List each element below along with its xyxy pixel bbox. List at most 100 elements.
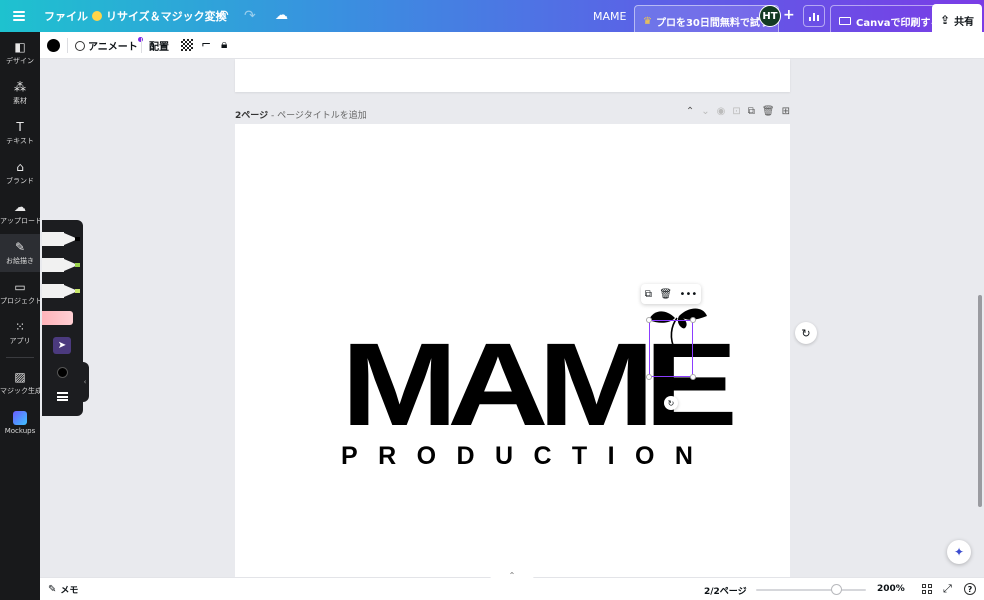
page-counter[interactable]: 2/2ページ xyxy=(704,584,747,597)
menu-icon[interactable] xyxy=(13,9,25,23)
lock-icon[interactable]: ⊡ xyxy=(732,106,740,117)
pen-nib xyxy=(75,237,80,241)
sidebar-item-label: アプリ xyxy=(9,337,31,345)
draw-icon: ✎ xyxy=(14,240,26,254)
letter: O xyxy=(416,442,437,470)
lock-icon[interactable]: 🔒︎ xyxy=(221,37,227,52)
zoom-slider-handle[interactable] xyxy=(831,584,843,595)
document-title[interactable]: MAME xyxy=(593,0,626,32)
resize-handle[interactable] xyxy=(690,317,696,323)
help-icon[interactable]: ? xyxy=(964,583,976,595)
divider xyxy=(67,38,68,53)
selection-box[interactable] xyxy=(646,317,696,380)
color-swatch[interactable] xyxy=(47,39,60,52)
page-title-placeholder: - ページタイトルを追加 xyxy=(270,111,367,121)
sidebar-item-magic-media[interactable]: ▨ マジック生成 xyxy=(0,364,40,402)
trash-icon[interactable]: 🗑︎ xyxy=(762,106,775,117)
refresh-icon[interactable]: ↻ xyxy=(795,322,817,344)
sidebar-item-label: お絵描き xyxy=(6,257,34,265)
transparency-icon[interactable] xyxy=(181,39,193,51)
text-icon: T xyxy=(16,120,24,134)
truck-icon xyxy=(839,17,851,25)
resize-handle[interactable] xyxy=(646,374,652,380)
rotate-icon[interactable]: ↻ xyxy=(664,396,678,410)
folder-icon: ▭ xyxy=(14,280,26,294)
sidebar-item-projects[interactable]: ▭ プロジェクト xyxy=(0,274,40,312)
subline-text[interactable]: P R O D U C T I O N xyxy=(341,442,693,471)
grid-view-icon[interactable] xyxy=(922,584,932,594)
magic-sparkle-icon[interactable]: ✦ xyxy=(947,540,971,564)
insights-button[interactable] xyxy=(803,5,825,27)
chevron-up-icon[interactable]: ⌃ xyxy=(686,106,694,117)
sidebar-item-label: 素材 xyxy=(13,97,27,105)
sidebar-item-label: アップロード xyxy=(0,217,40,225)
sidebar-item-label: ブランド xyxy=(6,177,34,185)
sidebar-item-label: プロジェクト xyxy=(0,297,40,305)
zoom-level[interactable]: 200% xyxy=(877,584,905,594)
sidebar-item-label: テキスト xyxy=(6,137,34,145)
undo-icon[interactable]: ↶ xyxy=(217,8,229,24)
paint-roller-icon[interactable]: ⌐ xyxy=(201,37,211,51)
animate-icon xyxy=(75,40,85,51)
letter: T xyxy=(571,442,588,470)
add-page-icon[interactable]: ⊞ xyxy=(782,106,790,117)
resize-label: リサイズ＆マジック変換 xyxy=(106,10,227,23)
print-label: Canvaで印刷する xyxy=(856,17,941,29)
notes-button[interactable]: ✎ メモ xyxy=(48,583,78,596)
page-1-canvas[interactable] xyxy=(235,59,790,92)
bar-chart-icon xyxy=(813,13,815,21)
sidebar-item-text[interactable]: T テキスト xyxy=(0,114,40,152)
sidebar-item-draw[interactable]: ✎ お絵描き xyxy=(0,234,40,272)
sidebar-item-label: マジック生成 xyxy=(0,387,40,395)
avatar[interactable]: HT xyxy=(759,5,781,27)
sidebar-item-uploads[interactable]: ☁ アップロード xyxy=(0,194,40,232)
eraser-tool[interactable] xyxy=(42,311,73,325)
shapes-icon: ⁂ xyxy=(14,80,26,94)
page-header: 2ページ - ページタイトルを追加 ⌃ ⌄ ◉ ⊡ ⧉ 🗑︎ ⊞ xyxy=(235,104,790,122)
pen-body xyxy=(42,232,64,246)
duplicate-icon[interactable]: ⧉ xyxy=(645,289,652,300)
sidebar-item-apps[interactable]: ⁙ アプリ xyxy=(0,314,40,352)
page-2-canvas[interactable]: MAME P R O D U C T I O N ⧉ 🗑︎ ••• ↻ xyxy=(235,124,790,577)
trash-icon[interactable]: 🗑︎ xyxy=(659,289,672,300)
animate-button[interactable]: アニメート xyxy=(75,32,143,59)
pro-trial-label: プロを30日間無料で試す xyxy=(655,17,770,29)
eye-icon[interactable]: ◉ xyxy=(717,106,726,117)
sidebar-item-brand[interactable]: ⌂ ブランド xyxy=(0,154,40,192)
share-icon: ⇪ xyxy=(940,13,951,27)
notes-icon: ✎ xyxy=(48,584,57,595)
layout-icon: ◧ xyxy=(14,40,26,54)
letter: I xyxy=(607,442,615,470)
select-arrow-icon[interactable]: ➤ xyxy=(53,337,71,354)
pen-color-swatch[interactable] xyxy=(57,367,68,378)
file-menu[interactable]: ファイル xyxy=(44,0,88,32)
position-button[interactable]: 配置 xyxy=(149,32,169,59)
chevron-down-icon[interactable]: ⌄ xyxy=(701,106,709,117)
brand-icon: ⌂ xyxy=(16,160,24,174)
stroke-weight-icon[interactable] xyxy=(57,392,68,401)
sidebar-item-design[interactable]: ◧ デザイン xyxy=(0,34,40,72)
fullscreen-icon[interactable]: ⤢ xyxy=(943,582,952,596)
letter: U xyxy=(494,442,514,470)
cloud-save-icon[interactable]: ☁ xyxy=(275,8,288,23)
more-icon[interactable]: ••• xyxy=(680,289,698,300)
resize-handle[interactable] xyxy=(690,374,696,380)
bar-chart-icon xyxy=(809,17,811,21)
redo-icon[interactable]: ↷ xyxy=(244,8,256,24)
bar-chart-icon xyxy=(817,15,819,21)
resize-handle[interactable] xyxy=(646,317,652,323)
duplicate-icon[interactable]: ⧉ xyxy=(748,106,755,117)
vertical-scrollbar[interactable] xyxy=(978,295,982,507)
notes-label: メモ xyxy=(60,586,79,596)
sidebar-item-mockups[interactable]: Mockups xyxy=(0,404,40,442)
animate-label: アニメート xyxy=(88,42,138,53)
sidebar-item-elements[interactable]: ⁂ 素材 xyxy=(0,74,40,112)
page-title[interactable]: 2ページ - ページタイトルを追加 xyxy=(235,108,367,121)
draw-tools-panel: ➤ xyxy=(42,220,83,416)
collapse-panel-icon[interactable]: ‹ xyxy=(81,362,89,402)
zoom-slider[interactable] xyxy=(756,589,866,591)
letter: P xyxy=(341,442,358,470)
add-collaborator-icon[interactable]: + xyxy=(783,7,795,23)
show-pages-icon[interactable]: ⌃ xyxy=(490,571,534,581)
resize-menu[interactable]: リサイズ＆マジック変換 xyxy=(92,0,227,32)
